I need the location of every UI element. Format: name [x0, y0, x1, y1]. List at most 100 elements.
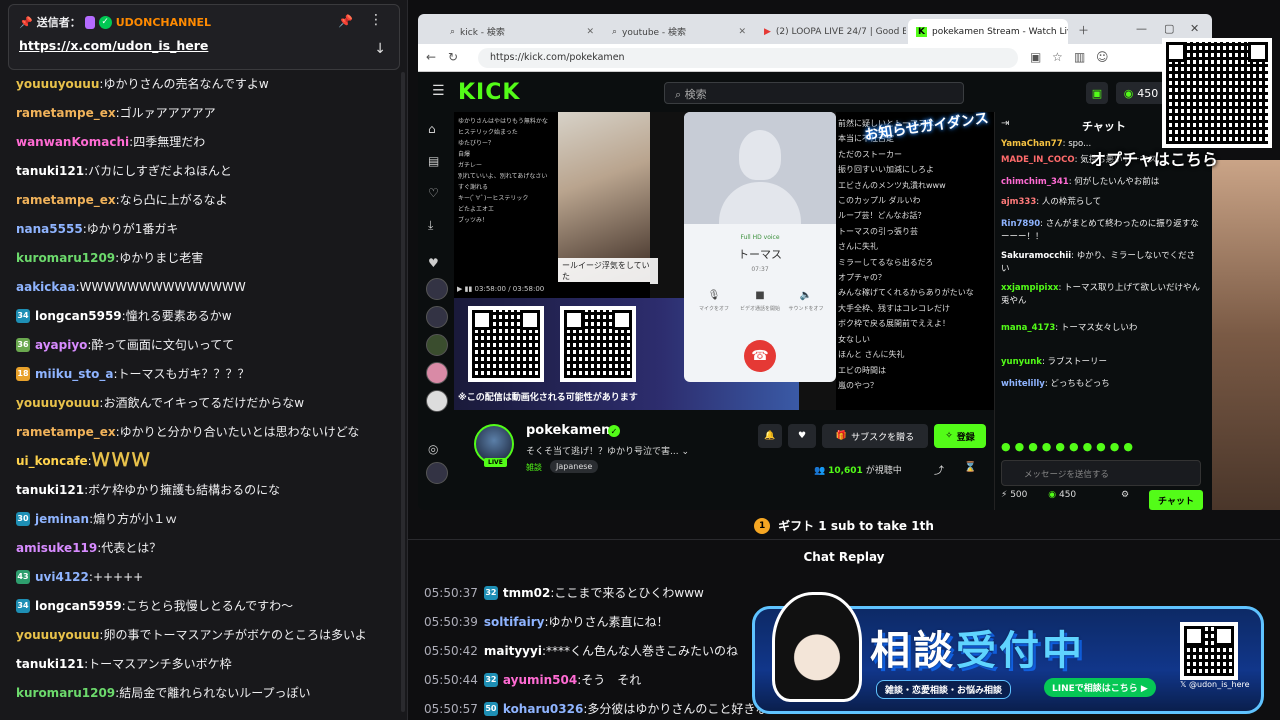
- stream-language-tag[interactable]: Japanese: [550, 460, 599, 473]
- more-options-icon[interactable]: ⋮: [369, 12, 383, 28]
- replay-username[interactable]: koharu0326: [503, 702, 583, 716]
- kick-search-input[interactable]: ⌕ 検索: [664, 82, 964, 104]
- maximize-icon[interactable]: ▢: [1164, 22, 1174, 35]
- points-button[interactable]: ◉ 450: [1116, 82, 1166, 104]
- reload-icon[interactable]: ↻: [448, 50, 458, 64]
- replay-timestamp: 05:50:37: [424, 585, 478, 600]
- kick-chat-username[interactable]: Sakuramocchii: [1001, 251, 1071, 261]
- kick-chat-username[interactable]: chimchim_341: [1001, 177, 1069, 187]
- profile-icon[interactable]: ☺: [1096, 50, 1109, 64]
- settings-gear-icon[interactable]: ⚙: [1121, 490, 1129, 500]
- chat-username[interactable]: uvi4122: [35, 569, 89, 585]
- chat-username[interactable]: jeminan: [35, 511, 89, 527]
- following-heart-icon[interactable]: ♥: [428, 256, 439, 270]
- kick-chat-username[interactable]: MADE_IN_COCO: [1001, 155, 1075, 165]
- tab-loopa-live[interactable]: ▶ (2) LOOPA LIVE 24/7 | Good Ener... ✕: [756, 19, 906, 44]
- chat-username[interactable]: miiku_sto_a: [35, 366, 113, 382]
- download-icon[interactable]: ⤓: [428, 218, 433, 233]
- followed-channel-avatar[interactable]: [426, 278, 448, 300]
- chat-username[interactable]: rametampe_ex: [16, 105, 116, 121]
- kick-chat-username[interactable]: whitelilly: [1001, 379, 1045, 389]
- follow-heart-button[interactable]: ♥: [788, 424, 816, 448]
- tab-pokekamen-stream[interactable]: K pokekamen Stream - Watch Live ✕: [908, 19, 1068, 44]
- extension-icon[interactable]: ▣: [1030, 50, 1041, 64]
- chat-username[interactable]: rametampe_ex: [16, 192, 116, 208]
- video-person-image: [558, 112, 650, 282]
- consultation-banner: 相談受付中 雑談・恋愛相談・お悩み相談 LINEで相談はこちら ▶ 𝕏 @udo…: [752, 592, 1272, 718]
- chat-username[interactable]: ayapiyo: [35, 337, 87, 353]
- star-icon[interactable]: ☆: [1052, 50, 1063, 64]
- chat-username[interactable]: youuuyouuu: [16, 627, 99, 643]
- chat-username[interactable]: rametampe_ex: [16, 424, 116, 440]
- play-icon[interactable]: ▶ ▮▮: [457, 285, 475, 293]
- hamburger-menu-icon[interactable]: ☰: [432, 83, 445, 99]
- kick-chat-username[interactable]: ajm333: [1001, 197, 1036, 207]
- kick-chat-username[interactable]: YamaChan77: [1001, 139, 1063, 149]
- clip-icon[interactable]: ⌛: [964, 462, 976, 473]
- split-icon[interactable]: ▥: [1074, 50, 1085, 64]
- chat-username[interactable]: tanuki121: [16, 656, 84, 672]
- expand-down-icon[interactable]: ↓: [374, 41, 386, 57]
- chat-username[interactable]: youuuyouuu: [16, 395, 99, 411]
- chat-username[interactable]: kuromaru1209: [16, 250, 115, 266]
- video-progress-bar[interactable]: ▶ ▮▮ 03:58:00 / 03:58:00: [454, 282, 650, 298]
- back-icon[interactable]: ←: [426, 50, 436, 64]
- new-tab-icon[interactable]: ＋: [1078, 22, 1089, 38]
- kick-chat-username[interactable]: Rin7890: [1001, 219, 1040, 229]
- chat-username[interactable]: wanwanKomachi: [16, 134, 129, 150]
- chat-username[interactable]: kuromaru1209: [16, 685, 115, 701]
- replay-username[interactable]: soltifairy: [484, 615, 545, 629]
- streamer-name[interactable]: pokekamen: [526, 423, 610, 438]
- kick-chat-username[interactable]: yunyunk: [1001, 357, 1042, 367]
- replay-username[interactable]: tmm02: [503, 586, 550, 600]
- share-icon[interactable]: ⤴: [934, 462, 944, 477]
- window-close-icon[interactable]: ✕: [1190, 22, 1199, 35]
- phone-call-overlay: Full HD voice トーマス 07:37 🎙 マイクをオフ ■ ビデオ通話を…: [684, 112, 836, 382]
- followed-channel-avatar[interactable]: [426, 362, 448, 384]
- tab-kick-search[interactable]: ⌕ kick - 検索 ✕: [442, 19, 602, 44]
- emote-row[interactable]: ●●●●●●●●●●: [1001, 440, 1201, 453]
- chat-username[interactable]: longcan5959: [35, 598, 122, 614]
- send-chat-button[interactable]: チャット: [1149, 490, 1203, 510]
- chat-username[interactable]: ui_koncafe: [16, 453, 88, 469]
- kick-chat-input[interactable]: メッセージを送信する: [1001, 460, 1201, 486]
- close-icon[interactable]: ✕: [586, 27, 594, 37]
- chat-username[interactable]: nana5555: [16, 221, 83, 237]
- kick-chat-username[interactable]: mana_4173: [1001, 323, 1055, 333]
- replay-username[interactable]: maityyyi: [484, 644, 542, 658]
- chat-username[interactable]: longcan5959: [35, 308, 122, 324]
- minimize-icon[interactable]: —: [1136, 22, 1147, 35]
- video-player[interactable]: ゆかりさんはやはりもう無料かな ヒステリック始まった ゆたびりー？ 自爆 ガチレー 別れて…: [454, 112, 994, 410]
- home-icon[interactable]: ⌂: [428, 122, 436, 136]
- gift-sub-button[interactable]: 🎁 サブスクを贈る: [822, 424, 928, 448]
- pin-icon[interactable]: 📌: [338, 14, 353, 28]
- chat-text: 代表とは？: [101, 541, 162, 555]
- chat-username[interactable]: aakickaa: [16, 279, 76, 295]
- live-radio-icon[interactable]: ◎: [428, 442, 438, 456]
- chat-username[interactable]: youuuyouuu: [16, 76, 99, 92]
- pinned-link[interactable]: https://x.com/udon_is_here: [19, 38, 208, 53]
- rewards-icon[interactable]: ▣: [1086, 82, 1108, 104]
- recommended-channel-avatar[interactable]: [426, 462, 448, 484]
- notification-bell-button[interactable]: 🔔: [758, 424, 782, 448]
- kick-chat-username[interactable]: xxjampipixx: [1001, 283, 1058, 293]
- browse-icon[interactable]: ▤: [428, 154, 439, 168]
- followed-channel-avatar[interactable]: [426, 334, 448, 356]
- kick-logo[interactable]: KICK: [458, 80, 520, 105]
- heart-icon[interactable]: ♡: [428, 186, 439, 200]
- subscribe-button[interactable]: ✧ 登録: [934, 424, 986, 448]
- chat-username[interactable]: amisuke119: [16, 540, 97, 556]
- stream-category[interactable]: 雑談: [526, 462, 542, 473]
- chat-username[interactable]: tanuki121: [16, 482, 84, 498]
- pinned-message[interactable]: 📌 送信者： ✓ UDONCHANNEL https://x.com/udon_…: [8, 4, 400, 70]
- followed-channel-avatar[interactable]: [426, 306, 448, 328]
- kick-chat-message: xxjampipixx: トーマス取り上げて欲しいだけやん兎やん: [1001, 282, 1201, 308]
- replay-username[interactable]: ayumin504: [503, 673, 577, 687]
- tab-youtube-search[interactable]: ⌕ youtube - 検索 ✕: [604, 19, 754, 44]
- close-icon[interactable]: ✕: [738, 27, 746, 37]
- replay-text: ゆかりさん素直にね！: [548, 615, 669, 629]
- chat-scrollbar[interactable]: [401, 72, 405, 712]
- url-field[interactable]: https://kick.com/pokekamen: [478, 48, 1018, 68]
- chat-username[interactable]: tanuki121: [16, 163, 84, 179]
- followed-channel-avatar[interactable]: [426, 390, 448, 412]
